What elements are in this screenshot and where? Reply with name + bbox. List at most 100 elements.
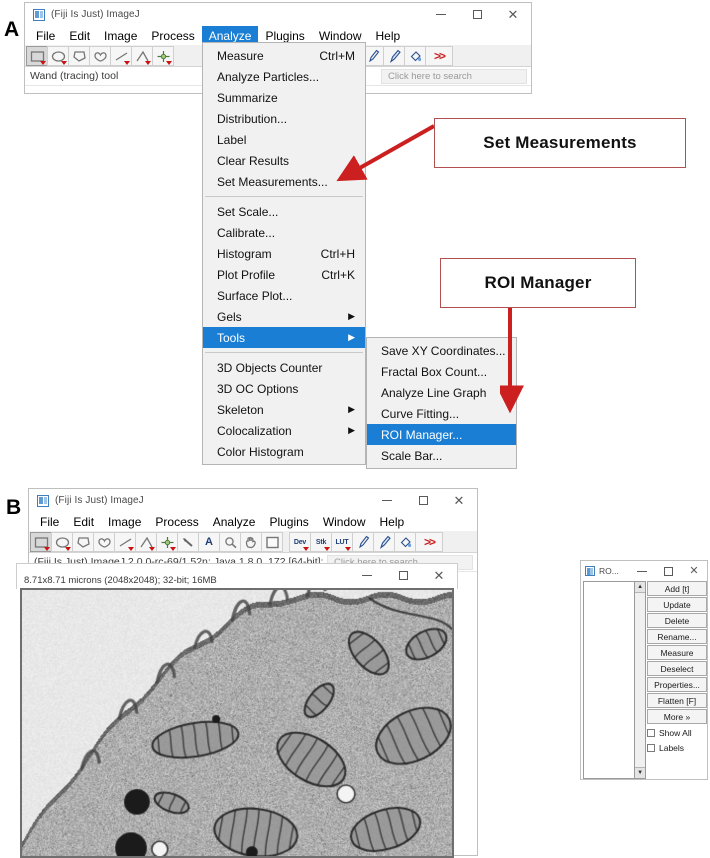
freehand-tool-icon[interactable] [89, 46, 111, 66]
maximize-icon[interactable] [405, 489, 441, 512]
menu-file[interactable]: File [29, 26, 62, 45]
menu-item-roi-manager[interactable]: ROI Manager... [367, 424, 516, 445]
search-input[interactable]: Click here to search [381, 69, 527, 84]
roi-button-deselect[interactable]: Deselect [647, 661, 707, 676]
close-icon[interactable]: ✕ [495, 3, 531, 26]
flood-fill-tool-icon[interactable] [404, 46, 426, 66]
roi-button-add-t[interactable]: Add [t] [647, 581, 707, 596]
menu-file[interactable]: File [33, 512, 66, 531]
menu-item-analyze-line-graph[interactable]: Analyze Line Graph [367, 382, 516, 403]
menu-item-label[interactable]: Label [203, 129, 365, 150]
roi-list[interactable] [583, 581, 636, 779]
menu-image[interactable]: Image [97, 26, 144, 45]
menu-item-save-xy-coordinates[interactable]: Save XY Coordinates... [367, 340, 516, 361]
maximize-icon[interactable] [385, 564, 421, 587]
roi-checkbox-show-all[interactable]: Show All [647, 726, 707, 740]
roi-list-scrollbar[interactable]: ▲ ▼ [635, 581, 646, 779]
menu-process[interactable]: Process [144, 26, 201, 45]
brush-tool-icon[interactable] [383, 46, 405, 66]
menu-item-set-measurements[interactable]: Set Measurements... [203, 171, 365, 192]
minimize-icon[interactable] [349, 564, 385, 587]
menu-item-curve-fitting[interactable]: Curve Fitting... [367, 403, 516, 424]
minimize-icon[interactable] [423, 3, 459, 26]
dev-tool-icon[interactable]: Dev [289, 532, 311, 552]
roi-button-update[interactable]: Update [647, 597, 707, 612]
checkbox-icon[interactable] [647, 744, 655, 752]
text-tool-icon[interactable]: A [198, 532, 220, 552]
flood-fill-tool-icon[interactable] [394, 532, 416, 552]
menu-help[interactable]: Help [373, 512, 412, 531]
straight-line-tool-icon[interactable] [110, 46, 132, 66]
more-tools-icon[interactable]: >> [425, 46, 453, 66]
brush-tool-icon[interactable] [373, 532, 395, 552]
wand-tool-icon[interactable] [177, 532, 199, 552]
menu-item-colocalization[interactable]: Colocalization ▶ [203, 420, 365, 441]
lut-tool-icon[interactable]: LUT [331, 532, 353, 552]
menu-item-calibrate[interactable]: Calibrate... [203, 222, 365, 243]
menu-edit[interactable]: Edit [62, 26, 97, 45]
menu-plugins[interactable]: Plugins [262, 512, 315, 531]
menu-item-clear-results[interactable]: Clear Results [203, 150, 365, 171]
stk-tool-icon[interactable]: Stk [310, 532, 332, 552]
angle-tool-icon[interactable] [135, 532, 157, 552]
menu-item-scale-bar[interactable]: Scale Bar... [367, 445, 516, 466]
menu-item-histogram[interactable]: Histogram Ctrl+H [203, 243, 365, 264]
oval-tool-icon[interactable] [47, 46, 69, 66]
menu-help[interactable]: Help [369, 26, 408, 45]
menu-item-surface-plot[interactable]: Surface Plot... [203, 285, 365, 306]
maximize-icon[interactable] [655, 561, 681, 581]
menu-item-3d-oc-options[interactable]: 3D OC Options [203, 378, 365, 399]
roi-button-more[interactable]: More » [647, 709, 707, 724]
menu-item-shortcut: Ctrl+M [319, 48, 355, 63]
menu-item-tools[interactable]: Tools ▶ [203, 327, 365, 348]
menu-window[interactable]: Window [316, 512, 373, 531]
minimize-icon[interactable] [369, 489, 405, 512]
menu-item-3d-objects-counter[interactable]: 3D Objects Counter [203, 357, 365, 378]
point-tool-icon[interactable] [156, 532, 178, 552]
menu-image[interactable]: Image [101, 512, 148, 531]
oval-tool-icon[interactable] [51, 532, 73, 552]
menu-item-measure[interactable]: Measure Ctrl+M [203, 45, 365, 66]
close-icon[interactable]: ✕ [681, 561, 707, 581]
scroll-up-arrow-icon[interactable]: ▲ [635, 582, 645, 593]
minimize-icon[interactable] [629, 561, 655, 581]
rectangle-tool-icon[interactable] [26, 46, 48, 66]
menu-item-gels[interactable]: Gels ▶ [203, 306, 365, 327]
close-icon[interactable]: ✕ [441, 489, 477, 512]
roi-checkbox-labels[interactable]: Labels [647, 741, 707, 755]
magnifier-tool-icon[interactable] [219, 532, 241, 552]
menu-process[interactable]: Process [148, 512, 205, 531]
polygon-tool-icon[interactable] [72, 532, 94, 552]
roi-button-flatten-f[interactable]: Flatten [F] [647, 693, 707, 708]
straight-line-tool-icon[interactable] [114, 532, 136, 552]
electron-micrograph-canvas[interactable] [20, 588, 454, 858]
menu-item-skeleton[interactable]: Skeleton ▶ [203, 399, 365, 420]
scroll-down-arrow-icon[interactable]: ▼ [635, 767, 645, 778]
checkbox-icon[interactable] [647, 729, 655, 737]
angle-tool-icon[interactable] [131, 46, 153, 66]
menu-item-summarize[interactable]: Summarize [203, 87, 365, 108]
roi-button-properties[interactable]: Properties... [647, 677, 707, 692]
hand-tool-icon[interactable] [240, 532, 262, 552]
menu-item-set-scale[interactable]: Set Scale... [203, 201, 365, 222]
menu-item-analyze-particles[interactable]: Analyze Particles... [203, 66, 365, 87]
rectangle-tool-icon[interactable] [30, 532, 52, 552]
menu-analyze[interactable]: Analyze [206, 512, 263, 531]
pencil-tool-icon[interactable] [352, 532, 374, 552]
roi-button-rename[interactable]: Rename... [647, 629, 707, 644]
point-tool-icon[interactable] [152, 46, 174, 66]
menu-item-fractal-box-count[interactable]: Fractal Box Count... [367, 361, 516, 382]
menu-item-distribution[interactable]: Distribution... [203, 108, 365, 129]
menu-edit[interactable]: Edit [66, 512, 101, 531]
menu-item-color-histogram[interactable]: Color Histogram [203, 441, 365, 462]
close-icon[interactable]: ✕ [421, 564, 457, 587]
menu-item-plot-profile[interactable]: Plot Profile Ctrl+K [203, 264, 365, 285]
window-b-titlebar: (Fiji Is Just) ImageJ ✕ [29, 489, 477, 512]
more-tools-icon[interactable]: >> [415, 532, 443, 552]
roi-button-delete[interactable]: Delete [647, 613, 707, 628]
freehand-tool-icon[interactable] [93, 532, 115, 552]
color-picker-tool-icon[interactable] [261, 532, 283, 552]
polygon-tool-icon[interactable] [68, 46, 90, 66]
maximize-icon[interactable] [459, 3, 495, 26]
roi-button-measure[interactable]: Measure [647, 645, 707, 660]
